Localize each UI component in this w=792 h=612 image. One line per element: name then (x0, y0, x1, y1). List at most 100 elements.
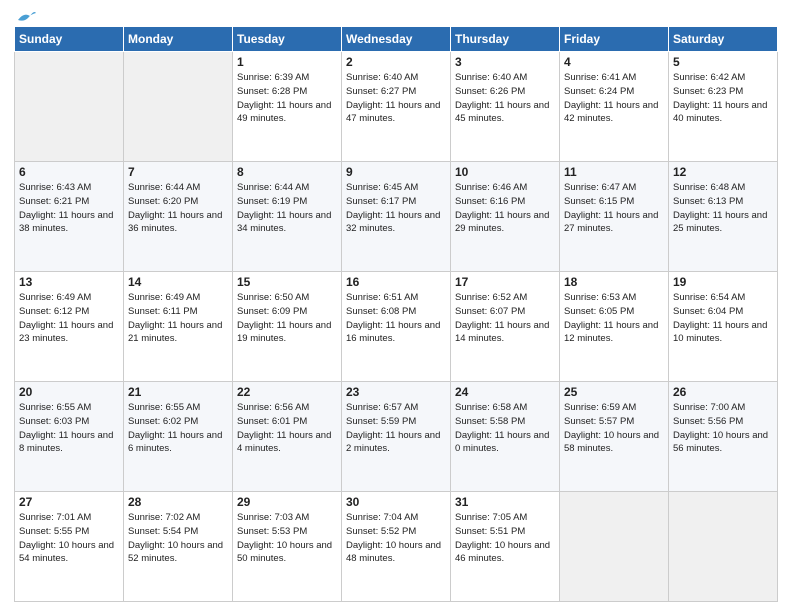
day-number: 23 (346, 385, 446, 399)
daylight-text: Daylight: 11 hours and 45 minutes. (455, 100, 549, 125)
calendar-day-cell: 17 Sunrise: 6:52 AM Sunset: 6:07 PM Dayl… (451, 272, 560, 382)
day-number: 10 (455, 165, 555, 179)
day-info: Sunrise: 7:05 AM Sunset: 5:51 PM Dayligh… (455, 511, 555, 566)
day-of-week-header: Saturday (669, 27, 778, 52)
sunrise-text: Sunrise: 6:46 AM (455, 182, 527, 193)
calendar-day-cell: 11 Sunrise: 6:47 AM Sunset: 6:15 PM Dayl… (560, 162, 669, 272)
day-number: 14 (128, 275, 228, 289)
sunset-text: Sunset: 6:26 PM (455, 86, 525, 97)
sunset-text: Sunset: 6:13 PM (673, 196, 743, 207)
day-number: 31 (455, 495, 555, 509)
calendar-day-cell: 9 Sunrise: 6:45 AM Sunset: 6:17 PM Dayli… (342, 162, 451, 272)
sunset-text: Sunset: 6:05 PM (564, 306, 634, 317)
sunrise-text: Sunrise: 6:55 AM (128, 402, 200, 413)
day-info: Sunrise: 6:50 AM Sunset: 6:09 PM Dayligh… (237, 291, 337, 346)
day-number: 4 (564, 55, 664, 69)
calendar-day-cell: 20 Sunrise: 6:55 AM Sunset: 6:03 PM Dayl… (15, 382, 124, 492)
daylight-text: Daylight: 10 hours and 54 minutes. (19, 540, 114, 565)
calendar-day-cell: 8 Sunrise: 6:44 AM Sunset: 6:19 PM Dayli… (233, 162, 342, 272)
day-of-week-header: Tuesday (233, 27, 342, 52)
daylight-text: Daylight: 11 hours and 47 minutes. (346, 100, 440, 125)
day-number: 20 (19, 385, 119, 399)
day-number: 6 (19, 165, 119, 179)
day-of-week-header: Thursday (451, 27, 560, 52)
sunset-text: Sunset: 5:53 PM (237, 526, 307, 537)
day-number: 9 (346, 165, 446, 179)
day-info: Sunrise: 6:53 AM Sunset: 6:05 PM Dayligh… (564, 291, 664, 346)
sunset-text: Sunset: 6:07 PM (455, 306, 525, 317)
sunset-text: Sunset: 6:04 PM (673, 306, 743, 317)
day-of-week-header: Sunday (15, 27, 124, 52)
day-info: Sunrise: 6:40 AM Sunset: 6:26 PM Dayligh… (455, 71, 555, 126)
day-info: Sunrise: 6:59 AM Sunset: 5:57 PM Dayligh… (564, 401, 664, 456)
day-info: Sunrise: 6:45 AM Sunset: 6:17 PM Dayligh… (346, 181, 446, 236)
sunrise-text: Sunrise: 6:40 AM (455, 72, 527, 83)
sunset-text: Sunset: 5:57 PM (564, 416, 634, 427)
day-info: Sunrise: 6:44 AM Sunset: 6:19 PM Dayligh… (237, 181, 337, 236)
sunrise-text: Sunrise: 6:51 AM (346, 292, 418, 303)
calendar-day-cell: 16 Sunrise: 6:51 AM Sunset: 6:08 PM Dayl… (342, 272, 451, 382)
daylight-text: Daylight: 11 hours and 0 minutes. (455, 430, 549, 455)
calendar-day-cell: 27 Sunrise: 7:01 AM Sunset: 5:55 PM Dayl… (15, 492, 124, 602)
day-info: Sunrise: 7:02 AM Sunset: 5:54 PM Dayligh… (128, 511, 228, 566)
daylight-text: Daylight: 11 hours and 21 minutes. (128, 320, 222, 345)
sunset-text: Sunset: 6:15 PM (564, 196, 634, 207)
sunset-text: Sunset: 6:09 PM (237, 306, 307, 317)
calendar-week-row: 27 Sunrise: 7:01 AM Sunset: 5:55 PM Dayl… (15, 492, 778, 602)
logo (14, 10, 36, 20)
day-info: Sunrise: 7:04 AM Sunset: 5:52 PM Dayligh… (346, 511, 446, 566)
calendar-day-cell: 24 Sunrise: 6:58 AM Sunset: 5:58 PM Dayl… (451, 382, 560, 492)
calendar-day-cell: 30 Sunrise: 7:04 AM Sunset: 5:52 PM Dayl… (342, 492, 451, 602)
daylight-text: Daylight: 11 hours and 32 minutes. (346, 210, 440, 235)
sunrise-text: Sunrise: 6:48 AM (673, 182, 745, 193)
sunrise-text: Sunrise: 6:49 AM (128, 292, 200, 303)
day-info: Sunrise: 6:57 AM Sunset: 5:59 PM Dayligh… (346, 401, 446, 456)
day-info: Sunrise: 6:52 AM Sunset: 6:07 PM Dayligh… (455, 291, 555, 346)
day-number: 16 (346, 275, 446, 289)
sunset-text: Sunset: 5:51 PM (455, 526, 525, 537)
sunrise-text: Sunrise: 6:41 AM (564, 72, 636, 83)
day-number: 7 (128, 165, 228, 179)
sunset-text: Sunset: 6:20 PM (128, 196, 198, 207)
sunset-text: Sunset: 6:24 PM (564, 86, 634, 97)
calendar-day-cell: 7 Sunrise: 6:44 AM Sunset: 6:20 PM Dayli… (124, 162, 233, 272)
day-info: Sunrise: 6:44 AM Sunset: 6:20 PM Dayligh… (128, 181, 228, 236)
daylight-text: Daylight: 10 hours and 48 minutes. (346, 540, 441, 565)
sunset-text: Sunset: 5:58 PM (455, 416, 525, 427)
logo-bird-icon (16, 10, 36, 24)
sunrise-text: Sunrise: 6:57 AM (346, 402, 418, 413)
calendar-day-cell: 6 Sunrise: 6:43 AM Sunset: 6:21 PM Dayli… (15, 162, 124, 272)
day-info: Sunrise: 6:49 AM Sunset: 6:12 PM Dayligh… (19, 291, 119, 346)
sunset-text: Sunset: 5:55 PM (19, 526, 89, 537)
calendar-day-cell: 1 Sunrise: 6:39 AM Sunset: 6:28 PM Dayli… (233, 52, 342, 162)
calendar-day-cell: 21 Sunrise: 6:55 AM Sunset: 6:02 PM Dayl… (124, 382, 233, 492)
daylight-text: Daylight: 11 hours and 42 minutes. (564, 100, 658, 125)
daylight-text: Daylight: 11 hours and 2 minutes. (346, 430, 440, 455)
calendar-day-cell: 2 Sunrise: 6:40 AM Sunset: 6:27 PM Dayli… (342, 52, 451, 162)
calendar-day-cell: 18 Sunrise: 6:53 AM Sunset: 6:05 PM Dayl… (560, 272, 669, 382)
day-info: Sunrise: 7:01 AM Sunset: 5:55 PM Dayligh… (19, 511, 119, 566)
day-info: Sunrise: 6:39 AM Sunset: 6:28 PM Dayligh… (237, 71, 337, 126)
daylight-text: Daylight: 11 hours and 12 minutes. (564, 320, 658, 345)
daylight-text: Daylight: 10 hours and 56 minutes. (673, 430, 768, 455)
sunrise-text: Sunrise: 6:42 AM (673, 72, 745, 83)
sunrise-text: Sunrise: 6:55 AM (19, 402, 91, 413)
daylight-text: Daylight: 11 hours and 8 minutes. (19, 430, 113, 455)
day-info: Sunrise: 7:00 AM Sunset: 5:56 PM Dayligh… (673, 401, 773, 456)
sunrise-text: Sunrise: 6:49 AM (19, 292, 91, 303)
day-number: 2 (346, 55, 446, 69)
calendar-day-cell: 3 Sunrise: 6:40 AM Sunset: 6:26 PM Dayli… (451, 52, 560, 162)
day-info: Sunrise: 6:47 AM Sunset: 6:15 PM Dayligh… (564, 181, 664, 236)
day-info: Sunrise: 6:51 AM Sunset: 6:08 PM Dayligh… (346, 291, 446, 346)
calendar: SundayMondayTuesdayWednesdayThursdayFrid… (14, 26, 778, 602)
day-info: Sunrise: 6:46 AM Sunset: 6:16 PM Dayligh… (455, 181, 555, 236)
sunset-text: Sunset: 6:02 PM (128, 416, 198, 427)
day-number: 5 (673, 55, 773, 69)
calendar-week-row: 1 Sunrise: 6:39 AM Sunset: 6:28 PM Dayli… (15, 52, 778, 162)
day-info: Sunrise: 6:48 AM Sunset: 6:13 PM Dayligh… (673, 181, 773, 236)
sunrise-text: Sunrise: 6:44 AM (128, 182, 200, 193)
daylight-text: Daylight: 11 hours and 38 minutes. (19, 210, 113, 235)
day-number: 12 (673, 165, 773, 179)
daylight-text: Daylight: 10 hours and 52 minutes. (128, 540, 223, 565)
day-number: 24 (455, 385, 555, 399)
